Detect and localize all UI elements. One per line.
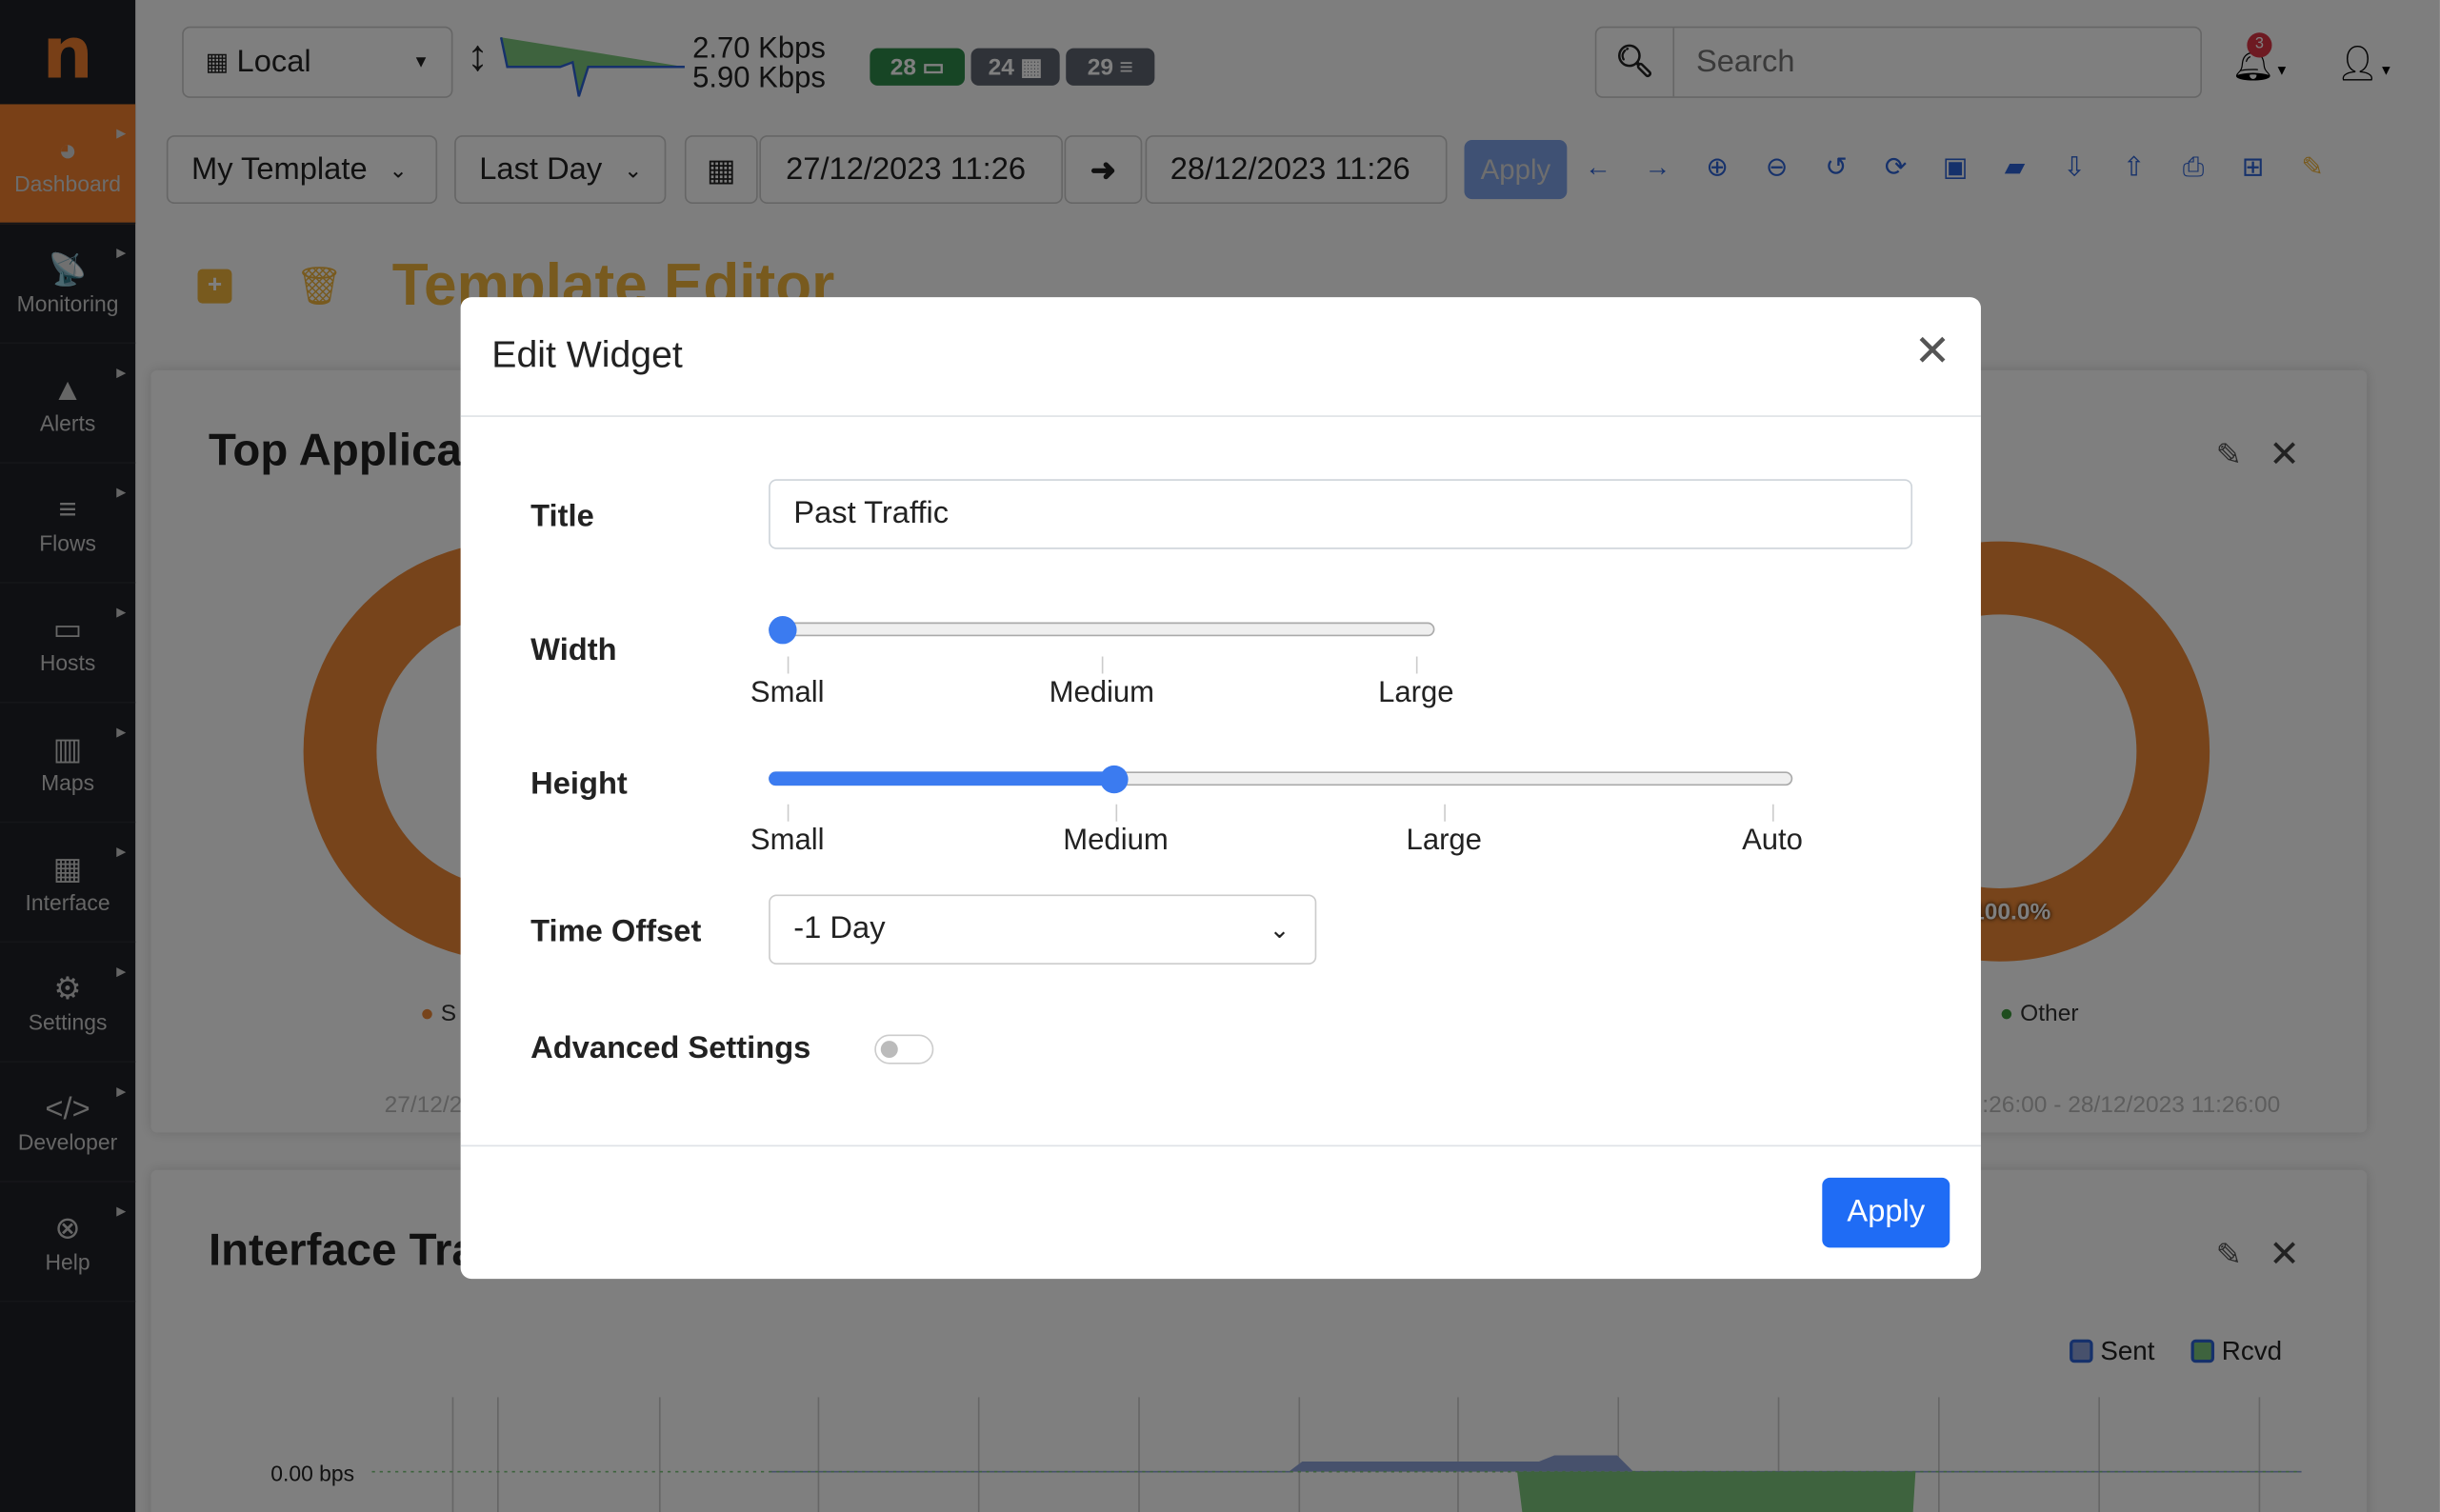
slider-tick xyxy=(1772,804,1774,822)
title-input[interactable] xyxy=(769,479,1913,549)
slider-option-label[interactable]: Large xyxy=(1378,677,1453,711)
height-label: Height xyxy=(530,766,628,802)
width-slider[interactable] xyxy=(769,622,1435,637)
slider-tick xyxy=(787,656,790,674)
slider-tick xyxy=(1101,656,1104,674)
time-offset-select[interactable]: -1 Day ⌄ xyxy=(769,894,1317,965)
slider-option-label[interactable]: Medium xyxy=(1050,677,1154,711)
advanced-settings-label: Advanced Settings xyxy=(530,1031,811,1066)
width-label: Width xyxy=(530,632,617,667)
slider-option-label[interactable]: Large xyxy=(1407,825,1482,859)
height-slider-fill xyxy=(769,771,1114,786)
apply-button[interactable]: Apply xyxy=(1822,1177,1950,1248)
close-modal-icon[interactable]: ✕ xyxy=(1914,325,1950,376)
title-label: Title xyxy=(530,499,594,534)
edit-widget-modal: Edit Widget ✕ Title Width Height Time Of… xyxy=(460,297,1981,1280)
slider-option-label[interactable]: Small xyxy=(750,677,825,711)
slider-option-label[interactable]: Auto xyxy=(1742,825,1803,859)
slider-tick xyxy=(1115,804,1118,822)
time-offset-label: Time Offset xyxy=(530,914,702,949)
slider-tick xyxy=(787,804,790,822)
slider-option-label[interactable]: Medium xyxy=(1063,825,1168,859)
slider-tick xyxy=(1444,804,1446,822)
modal-title: Edit Widget xyxy=(491,334,683,377)
slider-tick xyxy=(1415,656,1418,674)
slider-option-label[interactable]: Small xyxy=(750,825,825,859)
advanced-settings-toggle[interactable] xyxy=(874,1034,934,1064)
height-slider-thumb[interactable] xyxy=(1100,765,1129,794)
page: n ◕Dashboard▶📡Monitoring▶▲Alerts▶≡Flows▶… xyxy=(0,0,2440,1512)
width-slider-thumb[interactable] xyxy=(769,616,797,645)
chevron-down-icon: ⌄ xyxy=(1269,917,1290,944)
